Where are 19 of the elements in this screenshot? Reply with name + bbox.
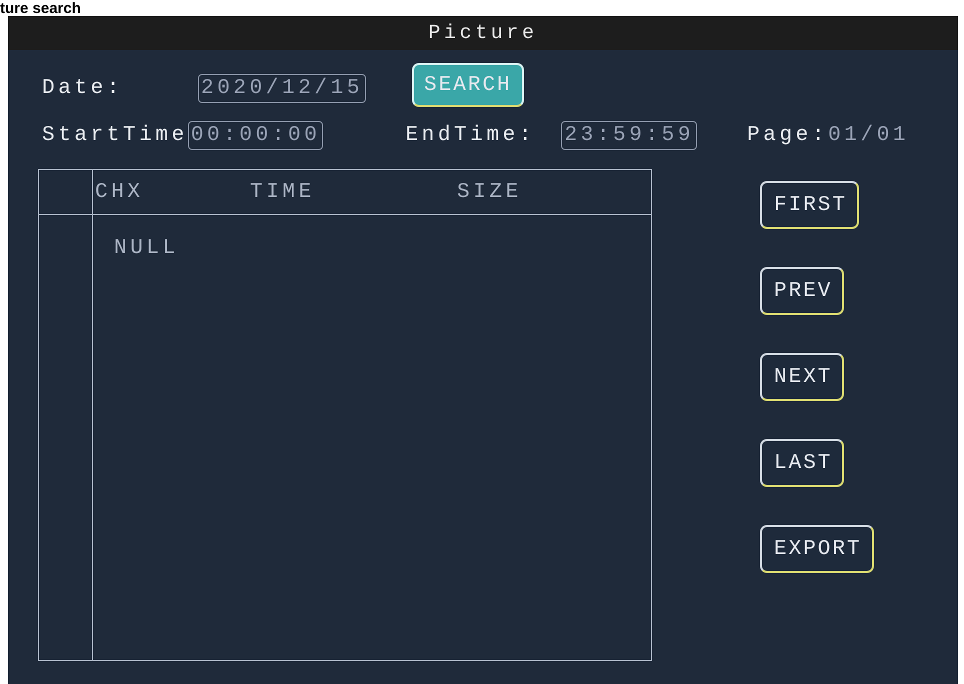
date-field[interactable]: 2020/12/15 [198, 74, 366, 102]
nav-button[interactable]: FIRST [760, 181, 860, 229]
date-label: Date: [42, 76, 124, 100]
end-time-field[interactable]: 23:59:59 [561, 120, 698, 150]
window-title: Picture [428, 22, 538, 44]
column-header: TIME [250, 180, 315, 204]
start-time-field[interactable]: 00:00:00 [188, 120, 324, 150]
column-header: CHX [95, 180, 144, 204]
nav-button[interactable]: PREV [760, 267, 844, 315]
nav-button[interactable]: EXPORT [760, 525, 874, 573]
page-number: 01/01 [828, 124, 910, 146]
start-time-label: StartTime [42, 124, 188, 146]
page-label: Page: [747, 124, 828, 146]
page-caption: ture search [0, 1, 81, 16]
nav-button[interactable]: LAST [760, 439, 844, 487]
end-time-label: EndTime: [405, 124, 536, 146]
column-header: SIZE [457, 180, 522, 204]
empty-message: NULL [114, 237, 179, 260]
nav-button[interactable]: NEXT [760, 353, 844, 401]
